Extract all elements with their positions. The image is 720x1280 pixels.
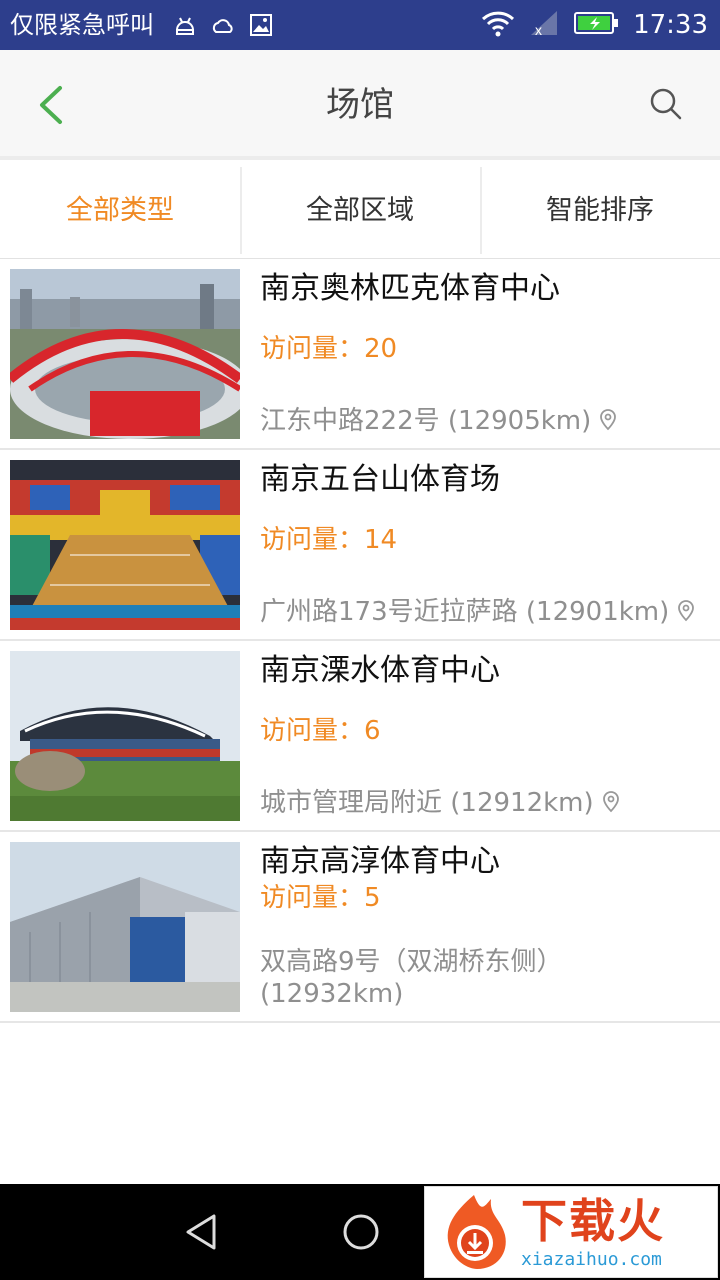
- app-bar: 场馆: [0, 50, 720, 160]
- venue-address-text: 城市管理局附近 (12912km): [260, 788, 594, 818]
- venue-visits: 访问量：6: [260, 716, 381, 746]
- nav-back-button[interactable]: [182, 1212, 222, 1252]
- venue-photo: [10, 460, 240, 630]
- list-item[interactable]: 南京奥林匹克体育中心 访问量：20 江东中路222号 (12905km): [0, 259, 720, 450]
- svg-text:x: x: [535, 22, 542, 37]
- filter-bar: 全部类型 全部区域 智能排序: [0, 163, 720, 259]
- venue-address-text: 广州路173号近拉萨路 (12901km): [260, 597, 670, 627]
- battery-icon: [573, 10, 619, 40]
- watermark: 下载火 xiazaihuo.com: [424, 1186, 718, 1278]
- list-item[interactable]: 南京五台山体育场 访问量：14 广州路173号近拉萨路 (12901km): [0, 450, 720, 641]
- nav-home-button[interactable]: [341, 1212, 381, 1252]
- android-debug-icon: [172, 12, 198, 38]
- venue-address-text: 江东中路222号 (12905km): [260, 406, 592, 436]
- venue-photo: [10, 842, 240, 1012]
- carrier-status-text: 仅限紧急呼叫: [10, 11, 154, 39]
- filter-type[interactable]: 全部类型: [0, 163, 240, 258]
- wifi-icon: [481, 9, 515, 41]
- status-bar: 仅限紧急呼叫 x 17:33: [0, 0, 720, 50]
- venue-photo: [10, 651, 240, 821]
- search-icon: [650, 88, 682, 120]
- watermark-text: 下载火: [521, 1194, 665, 1248]
- filter-sort[interactable]: 智能排序: [480, 163, 720, 258]
- image-icon: [248, 12, 274, 38]
- venue-visits: 访问量：20: [260, 334, 398, 364]
- venue-address: 城市管理局附近 (12912km): [260, 786, 622, 820]
- venue-name: 南京溧水体育中心: [260, 653, 500, 688]
- venue-name: 南京奥林匹克体育中心: [260, 271, 560, 306]
- filter-region[interactable]: 全部区域: [240, 163, 480, 258]
- venue-visits: 访问量：14: [260, 525, 398, 555]
- triangle-back-icon: [186, 1214, 216, 1250]
- clock: 17:33: [633, 10, 708, 40]
- signal-icon: x: [529, 9, 559, 41]
- venue-address: 江东中路222号 (12905km): [260, 404, 619, 438]
- page-title: 场馆: [326, 85, 394, 125]
- list-item[interactable]: 南京溧水体育中心 访问量：6 城市管理局附近 (12912km): [0, 641, 720, 832]
- venue-address: 广州路173号近拉萨路 (12901km): [260, 595, 697, 629]
- list-item[interactable]: 南京高淳体育中心 访问量：5 双高路9号（双湖桥东侧）(12932km): [0, 832, 720, 1023]
- watermark-url: xiazaihuo.com: [521, 1249, 662, 1270]
- venue-address: 双高路9号（双湖桥东侧）(12932km): [260, 946, 700, 1010]
- location-pin-icon[interactable]: [597, 407, 619, 431]
- venue-list: 南京奥林匹克体育中心 访问量：20 江东中路222号 (12905km) 南京五…: [0, 259, 720, 1023]
- venue-address-text: 双高路9号（双湖桥东侧）(12932km): [260, 947, 563, 1009]
- venue-visits: 访问量：5: [260, 883, 381, 913]
- search-button[interactable]: [646, 84, 686, 124]
- weather-icon: [210, 12, 236, 38]
- venue-name: 南京高淳体育中心: [260, 844, 500, 879]
- location-pin-icon[interactable]: [600, 789, 622, 813]
- location-pin-icon[interactable]: [675, 598, 697, 622]
- flame-logo-icon: [447, 1195, 506, 1269]
- venue-name: 南京五台山体育场: [260, 462, 500, 497]
- circle-home-icon: [343, 1214, 379, 1250]
- venue-photo: [10, 269, 240, 439]
